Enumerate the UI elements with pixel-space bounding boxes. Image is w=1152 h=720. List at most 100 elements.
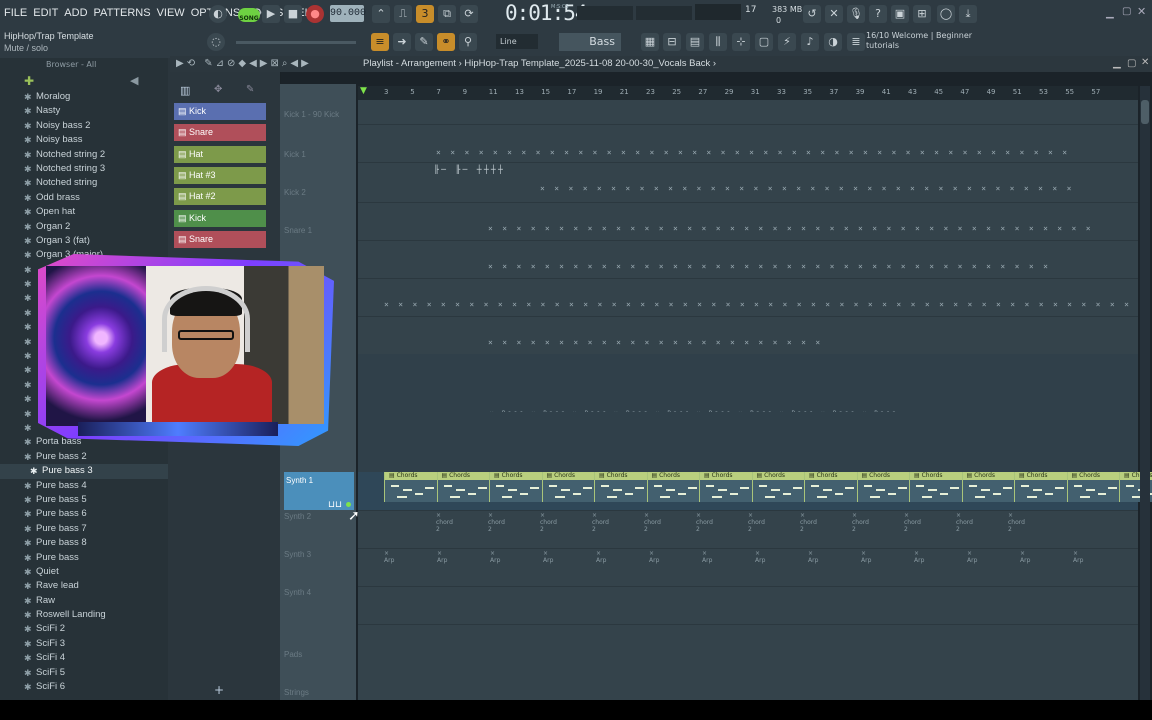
track-header[interactable]: Kick 2 bbox=[284, 188, 354, 197]
chords-clip[interactable]: ▤ Chords bbox=[804, 472, 857, 502]
chords-clip[interactable]: ▤ Chords bbox=[436, 472, 490, 502]
browser-item[interactable]: ✱ SciFi 4 bbox=[0, 651, 168, 665]
help-icon[interactable]: ? bbox=[869, 5, 887, 23]
playlist-min-icon[interactable]: ▁ bbox=[1113, 58, 1121, 69]
chords-clip[interactable]: ▤ Chords bbox=[856, 472, 910, 502]
browser-item[interactable]: ✱ Open hat bbox=[0, 205, 168, 219]
browser-item[interactable]: ✱ Pure bass 2 bbox=[0, 450, 168, 464]
browser-item[interactable]: ✱ Pure bass 4 bbox=[0, 479, 168, 493]
chords-clip[interactable]: ▤ Chords bbox=[541, 472, 595, 502]
browser-item[interactable]: ✱ Organ 2 bbox=[0, 220, 168, 234]
ghost-clip-label[interactable]: × Arp bbox=[596, 550, 606, 564]
step-edit-icon[interactable]: ⧉ bbox=[438, 5, 456, 23]
ghost-clip-label[interactable]: × chord 2 bbox=[436, 512, 453, 533]
picker-pencil-icon[interactable]: ✎ bbox=[246, 84, 254, 95]
browser-item[interactable]: ✱ Noisy bass 2 bbox=[0, 119, 168, 133]
track-header[interactable]: Kick 1 bbox=[284, 150, 354, 159]
minimize-icon[interactable]: ▁ bbox=[1106, 8, 1114, 19]
pattern-item[interactable]: ▤ Kick bbox=[174, 209, 266, 227]
ghost-clip-label[interactable]: × chord 2 bbox=[748, 512, 765, 533]
wait-input-icon[interactable]: ⎍ bbox=[394, 5, 412, 23]
browser-item[interactable]: ✱ SciFi 2 bbox=[0, 622, 168, 636]
master-volume-slider[interactable] bbox=[577, 6, 633, 20]
ghost-clip-label[interactable]: × chord 2 bbox=[904, 512, 921, 533]
chords-clip[interactable]: ▤ Chords bbox=[384, 472, 437, 502]
snap-selector[interactable]: Line bbox=[496, 34, 538, 49]
ghost-clip-label[interactable]: × Arp bbox=[437, 550, 447, 564]
browser-item[interactable]: ✱ SciFi 5 bbox=[0, 666, 168, 680]
browser-item[interactable]: ✱ SciFi 6 bbox=[0, 680, 168, 694]
song-time-display[interactable]: 0:01:54 bbox=[505, 1, 588, 25]
close-icon[interactable]: ✕ bbox=[1137, 5, 1146, 18]
playlist-grid[interactable]: × × × × × × × × × × × × × × × × × × × × … bbox=[358, 100, 1152, 701]
mixer-icon[interactable]: ✕ bbox=[825, 5, 843, 23]
mic-icon[interactable]: 🎙 bbox=[847, 5, 865, 23]
browser-item[interactable]: ✱ Notched string bbox=[0, 176, 168, 190]
ghost-clip-label[interactable]: × chord 2 bbox=[696, 512, 713, 533]
vertical-scrollbar[interactable] bbox=[1140, 86, 1150, 700]
track-header[interactable]: Strings bbox=[284, 688, 354, 697]
browser-item[interactable]: ✱ Rave lead bbox=[0, 579, 168, 593]
touch-controller-icon[interactable]: ♪ bbox=[801, 33, 819, 51]
ghost-clip-label[interactable]: × Arp bbox=[967, 550, 977, 564]
browser-item[interactable]: ✱ Pure bass 7 bbox=[0, 522, 168, 536]
countdown-icon[interactable]: 3 bbox=[416, 5, 434, 23]
track-header[interactable]: Snare 1 bbox=[284, 226, 354, 235]
ghost-clip-label[interactable]: × Arp bbox=[755, 550, 765, 564]
menu-list-icon[interactable]: ≣ bbox=[847, 33, 865, 51]
add-icon[interactable]: ✚ bbox=[24, 74, 34, 88]
play-button[interactable]: ▶ bbox=[262, 5, 280, 23]
track-header[interactable]: Synth 3 bbox=[284, 550, 354, 559]
browser-item[interactable]: ✱ Pure bass 6 bbox=[0, 507, 168, 521]
collapse-icon[interactable]: ◀ bbox=[130, 74, 138, 87]
ghost-clip-label[interactable]: × Arp bbox=[384, 550, 394, 564]
picker-move-icon[interactable]: ✥ bbox=[214, 84, 222, 95]
browser-item[interactable]: ✱ Pure bass 3 bbox=[0, 464, 168, 479]
browser-view-icon[interactable]: ⊹ bbox=[732, 33, 750, 51]
browser-item[interactable]: ✱ Notched string 3 bbox=[0, 162, 168, 176]
ghost-clip-label[interactable]: × chord 2 bbox=[800, 512, 817, 533]
menu-add[interactable]: ADD bbox=[64, 4, 87, 22]
browser-item[interactable]: ✱ Notched string 2 bbox=[0, 148, 168, 162]
ghost-clip-label[interactable]: × chord 2 bbox=[488, 512, 505, 533]
track-mute-icon[interactable]: ⊔⊔ bbox=[328, 500, 342, 510]
pattern-item[interactable]: ▤ Snare bbox=[174, 124, 266, 142]
ghost-clip-label[interactable]: × Arp bbox=[808, 550, 818, 564]
playlist-icon[interactable]: ≡ bbox=[371, 33, 389, 51]
stop-button[interactable]: ■ bbox=[284, 5, 302, 23]
browser-item[interactable]: ✱ Nasty bbox=[0, 104, 168, 118]
timeline-ruler[interactable]: 3 5 7 9 11 13 15 17 19 21 23 25 27 29 31 33 35 37 39 41 43 45… bbox=[358, 86, 1138, 100]
ghost-clip-label[interactable]: × chord 2 bbox=[852, 512, 869, 533]
scrollbar-thumb[interactable] bbox=[1141, 100, 1149, 124]
project-icon[interactable]: ▢ bbox=[755, 33, 773, 51]
download-icon[interactable]: ⤓ bbox=[959, 5, 977, 23]
chords-clip[interactable]: ▤ Chords bbox=[751, 472, 805, 502]
pattern-item[interactable]: ▤ Snare bbox=[174, 230, 266, 248]
pattern-selector[interactable]: Bass bbox=[559, 33, 621, 51]
link-icon[interactable]: ⚭ bbox=[437, 33, 455, 51]
pattern-item[interactable]: ▤ Hat bbox=[174, 145, 266, 163]
track-header[interactable]: Pads bbox=[284, 650, 354, 659]
tempo-display[interactable]: 90.000 bbox=[330, 5, 366, 22]
record-button[interactable]: ● bbox=[306, 5, 324, 23]
chords-clip[interactable]: ▤ Chords bbox=[699, 472, 752, 502]
ghost-clip-label[interactable]: × Arp bbox=[914, 550, 924, 564]
playlist-close-icon[interactable]: ✕ bbox=[1141, 57, 1149, 68]
chat-icon[interactable]: ◯ bbox=[937, 5, 955, 23]
track-header[interactable]: Synth 2 bbox=[284, 512, 354, 521]
ghost-clip-label[interactable]: × Arp bbox=[702, 550, 712, 564]
mixer-view-icon[interactable]: ⫼ bbox=[709, 33, 727, 51]
channel-rack-icon[interactable]: ⊟ bbox=[663, 33, 681, 51]
track-header[interactable]: Synth 4 bbox=[284, 588, 354, 597]
recording-mode-icon[interactable]: ◐ bbox=[209, 5, 227, 23]
pattern-item[interactable]: ▤ Hat #2 bbox=[174, 188, 266, 206]
picker-icon[interactable]: ▥ bbox=[180, 84, 190, 97]
ghost-clip-label[interactable]: × Arp bbox=[543, 550, 553, 564]
ghost-clip-label[interactable]: × Arp bbox=[861, 550, 871, 564]
pattern-item[interactable]: ▤ Hat #3 bbox=[174, 166, 266, 184]
save-icon[interactable]: ▣ bbox=[891, 5, 909, 23]
browser-item[interactable]: ✱ Pure bass bbox=[0, 551, 168, 565]
track-header[interactable]: Kick 1 - 90 Kick bbox=[284, 110, 354, 119]
playlist-max-icon[interactable]: ▢ bbox=[1127, 58, 1136, 69]
ghost-clip-label[interactable]: × chord 2 bbox=[540, 512, 557, 533]
